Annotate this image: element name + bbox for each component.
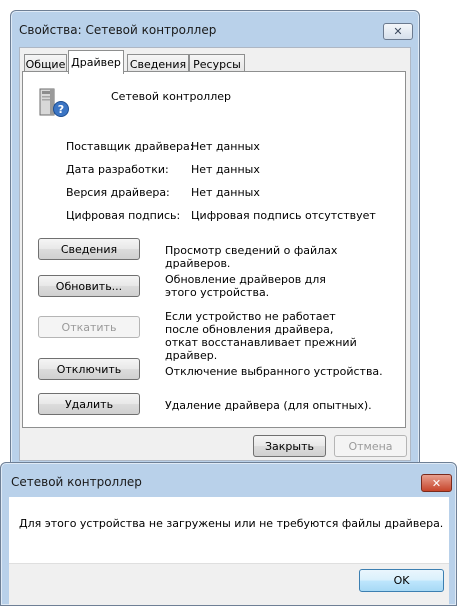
tab-driver[interactable]: Драйвер: [68, 50, 124, 74]
window-title: Свойства: Сетевой контроллер: [19, 23, 217, 37]
network-controller-unknown-icon: ?: [39, 88, 69, 117]
device-name: Сетевой контроллер: [111, 90, 231, 103]
rollback-driver-description: Если устройство не работает после обновл…: [165, 310, 357, 362]
dialog-client-area: Общие Драйвер Сведения Ресурсы ? Сетевой…: [19, 47, 411, 461]
info-value-signature: Цифровая подпись отсутствует: [191, 209, 376, 222]
cancel-button[interactable]: Отмена: [334, 435, 407, 457]
disable-device-button[interactable]: Отключить: [38, 358, 140, 380]
uninstall-driver-description: Удаление драйвера (для опытных).: [165, 399, 372, 412]
message-box: Сетевой контроллер ✕ Для этого устройств…: [0, 462, 457, 606]
info-label-version: Версия драйвера:: [66, 186, 170, 199]
close-button[interactable]: Закрыть: [253, 435, 326, 457]
message-box-content: Для этого устройства не загружены или не…: [9, 497, 449, 605]
window-close-button[interactable]: ✕: [383, 23, 413, 40]
info-value-date: Нет данных: [191, 163, 260, 176]
rollback-driver-button[interactable]: Откатить: [38, 316, 140, 338]
message-box-close-button[interactable]: ✕: [421, 474, 452, 492]
message-box-title: Сетевой контроллер: [11, 475, 142, 489]
ok-button[interactable]: OK: [359, 569, 444, 592]
close-icon: ✕: [431, 476, 442, 490]
info-label-provider: Поставщик драйвера:: [66, 140, 194, 153]
driver-details-description: Просмотр сведений о файлах драйверов.: [165, 244, 338, 270]
update-driver-button[interactable]: Обновить...: [38, 275, 140, 297]
driver-details-button[interactable]: Сведения: [38, 238, 140, 260]
info-label-date: Дата разработки:: [66, 163, 169, 176]
info-value-version: Нет данных: [191, 186, 260, 199]
driver-tab-panel: ? Сетевой контроллер Поставщик драйвера:…: [22, 71, 406, 428]
info-label-signature: Цифровая подпись:: [66, 209, 181, 222]
update-driver-description: Обновление драйверов для этого устройств…: [165, 273, 326, 299]
properties-window: Свойства: Сетевой контроллер ✕ Общие Дра…: [10, 10, 420, 464]
close-icon: ✕: [393, 25, 403, 38]
message-box-footer: OK: [9, 563, 449, 605]
info-value-provider: Нет данных: [191, 140, 260, 153]
disable-device-description: Отключение выбранного устройства.: [165, 365, 383, 378]
message-text: Для этого устройства не загружены или не…: [19, 517, 444, 530]
uninstall-driver-button[interactable]: Удалить: [38, 393, 140, 415]
svg-text:?: ?: [58, 103, 64, 116]
